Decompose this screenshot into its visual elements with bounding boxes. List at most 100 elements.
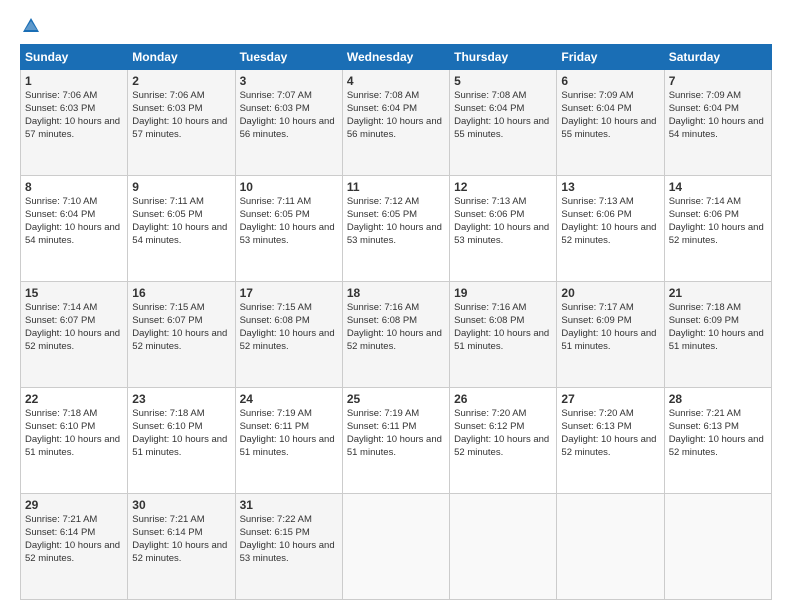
day-number: 16	[132, 285, 230, 301]
day-number: 8	[25, 179, 123, 195]
calendar-cell: 4Sunrise: 7:08 AMSunset: 6:04 PMDaylight…	[342, 70, 449, 176]
calendar-cell: 26Sunrise: 7:20 AMSunset: 6:12 PMDayligh…	[450, 388, 557, 494]
calendar-cell: 19Sunrise: 7:16 AMSunset: 6:08 PMDayligh…	[450, 282, 557, 388]
day-number: 9	[132, 179, 230, 195]
day-number: 11	[347, 179, 445, 195]
day-number: 7	[669, 73, 767, 89]
sunset-label: Sunset: 6:05 PM	[347, 209, 417, 220]
sunset-label: Sunset: 6:07 PM	[25, 315, 95, 326]
calendar-cell: 11Sunrise: 7:12 AMSunset: 6:05 PMDayligh…	[342, 176, 449, 282]
sunrise-label: Sunrise: 7:08 AM	[347, 90, 419, 101]
week-row-0: 1Sunrise: 7:06 AMSunset: 6:03 PMDaylight…	[21, 70, 772, 176]
day-number: 10	[240, 179, 338, 195]
sunset-label: Sunset: 6:03 PM	[132, 103, 202, 114]
daylight-label: Daylight: 10 hours and 51 minutes.	[132, 434, 227, 458]
sunrise-label: Sunrise: 7:09 AM	[561, 90, 633, 101]
calendar-cell: 18Sunrise: 7:16 AMSunset: 6:08 PMDayligh…	[342, 282, 449, 388]
calendar-cell: 3Sunrise: 7:07 AMSunset: 6:03 PMDaylight…	[235, 70, 342, 176]
sunrise-label: Sunrise: 7:18 AM	[132, 408, 204, 419]
calendar-cell: 17Sunrise: 7:15 AMSunset: 6:08 PMDayligh…	[235, 282, 342, 388]
calendar-cell: 24Sunrise: 7:19 AMSunset: 6:11 PMDayligh…	[235, 388, 342, 494]
sunset-label: Sunset: 6:05 PM	[132, 209, 202, 220]
sunset-label: Sunset: 6:08 PM	[240, 315, 310, 326]
daylight-label: Daylight: 10 hours and 54 minutes.	[132, 222, 227, 246]
sunset-label: Sunset: 6:13 PM	[669, 421, 739, 432]
day-number: 24	[240, 391, 338, 407]
daylight-label: Daylight: 10 hours and 52 minutes.	[454, 434, 549, 458]
sunrise-label: Sunrise: 7:16 AM	[347, 302, 419, 313]
day-number: 6	[561, 73, 659, 89]
sunrise-label: Sunrise: 7:14 AM	[669, 196, 741, 207]
day-number: 12	[454, 179, 552, 195]
daylight-label: Daylight: 10 hours and 52 minutes.	[561, 222, 656, 246]
calendar-cell: 25Sunrise: 7:19 AMSunset: 6:11 PMDayligh…	[342, 388, 449, 494]
day-number: 15	[25, 285, 123, 301]
calendar-cell: 6Sunrise: 7:09 AMSunset: 6:04 PMDaylight…	[557, 70, 664, 176]
day-header-wednesday: Wednesday	[342, 45, 449, 70]
sunrise-label: Sunrise: 7:06 AM	[132, 90, 204, 101]
daylight-label: Daylight: 10 hours and 51 minutes.	[561, 328, 656, 352]
daylight-label: Daylight: 10 hours and 52 minutes.	[132, 328, 227, 352]
calendar-cell: 10Sunrise: 7:11 AMSunset: 6:05 PMDayligh…	[235, 176, 342, 282]
calendar-cell: 5Sunrise: 7:08 AMSunset: 6:04 PMDaylight…	[450, 70, 557, 176]
header	[20, 16, 772, 36]
daylight-label: Daylight: 10 hours and 53 minutes.	[454, 222, 549, 246]
sunrise-label: Sunrise: 7:20 AM	[561, 408, 633, 419]
sunset-label: Sunset: 6:06 PM	[561, 209, 631, 220]
sunset-label: Sunset: 6:06 PM	[454, 209, 524, 220]
sunset-label: Sunset: 6:11 PM	[240, 421, 310, 432]
calendar-cell: 27Sunrise: 7:20 AMSunset: 6:13 PMDayligh…	[557, 388, 664, 494]
calendar: SundayMondayTuesdayWednesdayThursdayFrid…	[20, 44, 772, 600]
calendar-cell: 31Sunrise: 7:22 AM Sunset: 6:15 PM Dayligh…	[235, 494, 342, 600]
sunrise-label: Sunrise: 7:22 AM	[240, 514, 312, 525]
day-number: 31	[240, 497, 338, 513]
sunrise-label: Sunrise: 7:09 AM	[669, 90, 741, 101]
sunset-label: Sunset: 6:10 PM	[132, 421, 202, 432]
week-row-2: 15Sunrise: 7:14 AM Sunset: 6:07 PM Dayligh…	[21, 282, 772, 388]
day-number: 28	[669, 391, 767, 407]
sunset-label: Sunset: 6:04 PM	[347, 103, 417, 114]
sunset-label: Sunset: 6:04 PM	[561, 103, 631, 114]
day-number: 3	[240, 73, 338, 89]
sunrise-label: Sunrise: 7:19 AM	[347, 408, 419, 419]
sunrise-label: Sunrise: 7:18 AM	[669, 302, 741, 313]
sunrise-label: Sunrise: 7:12 AM	[347, 196, 419, 207]
daylight-label: Daylight: 10 hours and 52 minutes.	[561, 434, 656, 458]
sunset-label: Sunset: 6:15 PM	[240, 527, 310, 538]
daylight-label: Daylight: 10 hours and 51 minutes.	[25, 434, 120, 458]
daylight-label: Daylight: 10 hours and 52 minutes.	[132, 540, 227, 564]
calendar-cell: 22Sunrise: 7:18 AMSunset: 6:10 PMDayligh…	[21, 388, 128, 494]
calendar-cell: 16Sunrise: 7:15 AMSunset: 6:07 PMDayligh…	[128, 282, 235, 388]
sunrise-label: Sunrise: 7:16 AM	[454, 302, 526, 313]
daylight-label: Daylight: 10 hours and 53 minutes.	[240, 540, 335, 564]
daylight-label: Daylight: 10 hours and 51 minutes.	[669, 328, 764, 352]
sunset-label: Sunset: 6:04 PM	[669, 103, 739, 114]
sunset-label: Sunset: 6:04 PM	[25, 209, 95, 220]
sunrise-label: Sunrise: 7:21 AM	[132, 514, 204, 525]
sunrise-label: Sunrise: 7:15 AM	[132, 302, 204, 313]
calendar-cell: 30Sunrise: 7:21 AMSunset: 6:14 PMDayligh…	[128, 494, 235, 600]
daylight-label: Daylight: 10 hours and 54 minutes.	[669, 116, 764, 140]
day-number: 17	[240, 285, 338, 301]
sunrise-label: Sunrise: 7:11 AM	[240, 196, 312, 207]
daylight-label: Daylight: 10 hours and 57 minutes.	[132, 116, 227, 140]
day-header-tuesday: Tuesday	[235, 45, 342, 70]
page: SundayMondayTuesdayWednesdayThursdayFrid…	[0, 0, 792, 612]
sunrise-label: Sunrise: 7:17 AM	[561, 302, 633, 313]
day-number: 4	[347, 73, 445, 89]
calendar-cell: 29Sunrise: 7:21 AMSunset: 6:14 PMDayligh…	[21, 494, 128, 600]
logo	[20, 16, 43, 36]
calendar-cell: 13Sunrise: 7:13 AMSunset: 6:06 PMDayligh…	[557, 176, 664, 282]
day-number: 25	[347, 391, 445, 407]
day-number: 22	[25, 391, 123, 407]
day-number: 14	[669, 179, 767, 195]
sunrise-label: Sunrise: 7:14 AM	[25, 302, 97, 313]
sunrise-label: Sunrise: 7:18 AM	[25, 408, 97, 419]
sunrise-label: Sunrise: 7:08 AM	[454, 90, 526, 101]
daylight-label: Daylight: 10 hours and 51 minutes.	[347, 434, 442, 458]
calendar-cell	[342, 494, 449, 600]
daylight-label: Daylight: 10 hours and 56 minutes.	[240, 116, 335, 140]
daylight-label: Daylight: 10 hours and 52 minutes.	[240, 328, 335, 352]
sunrise-label: Sunrise: 7:21 AM	[25, 514, 97, 525]
day-number: 29	[25, 497, 123, 513]
